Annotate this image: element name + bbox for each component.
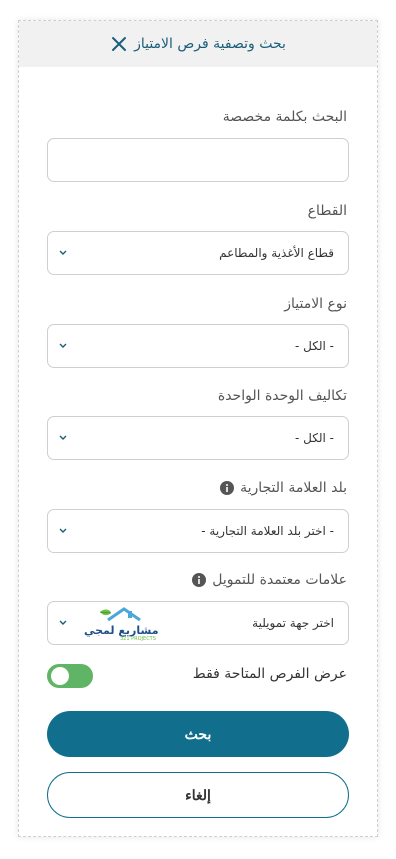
unit-cost-label-text: تكاليف الوحدة الواحدة xyxy=(217,388,347,404)
cancel-button[interactable]: إلغاء xyxy=(47,772,349,818)
chevron-down-icon xyxy=(59,620,67,625)
available-only-label: عرض الفرص المتاحة فقط xyxy=(192,666,347,682)
available-only-toggle[interactable] xyxy=(47,664,93,688)
unit-cost-value: - الكل - xyxy=(295,431,334,445)
franchise-type-select[interactable]: - الكل - xyxy=(47,324,349,368)
brand-country-select[interactable]: - اختر بلد العلامة التجارية - xyxy=(47,509,349,553)
brand-country-label: بلد العلامة التجارية xyxy=(220,480,347,496)
toggle-knob xyxy=(51,667,69,685)
chevron-down-icon xyxy=(59,343,67,348)
franchise-type-label-text: نوع الامتياز xyxy=(284,296,347,312)
keyword-input[interactable] xyxy=(47,138,349,182)
chevron-down-icon xyxy=(59,435,67,440)
chevron-down-icon xyxy=(59,528,67,533)
unit-cost-select[interactable]: - الكل - xyxy=(47,416,349,460)
financing-value: اختر جهة تمويلية xyxy=(252,616,334,630)
sector-value: قطاع الأغذية والمطاعم xyxy=(219,246,334,260)
franchise-type-value: - الكل - xyxy=(295,339,334,353)
panel-header: بحث وتصفية فرص الامتياز xyxy=(19,21,377,67)
sector-label-text: القطاع xyxy=(307,203,347,219)
close-icon[interactable] xyxy=(110,35,128,53)
search-button[interactable]: بحث xyxy=(47,711,349,757)
sector-label: القطاع xyxy=(308,203,347,219)
brand-country-label-text: بلد العلامة التجارية xyxy=(240,480,347,496)
financing-select[interactable]: اختر جهة تمويلية مشاريع لمجي 321 PROJECT… xyxy=(47,601,349,645)
info-icon[interactable] xyxy=(220,481,235,495)
keyword-label: البحث بكلمة مخصصة xyxy=(223,109,347,125)
sector-select[interactable]: قطاع الأغذية والمطاعم xyxy=(47,231,349,275)
info-icon[interactable] xyxy=(192,573,207,587)
franchise-type-label: نوع الامتياز xyxy=(284,296,347,312)
brand-country-value: - اختر بلد العلامة التجارية - xyxy=(201,524,334,538)
keyword-label-text: البحث بكلمة مخصصة xyxy=(222,109,347,125)
panel-title: بحث وتصفية فرص الامتياز xyxy=(134,36,286,52)
logo-subtext: 321 PROJECTS xyxy=(120,636,156,642)
unit-cost-label: تكاليف الوحدة الواحدة xyxy=(218,388,347,404)
financing-label: علامات معتمدة للتمويل xyxy=(192,572,347,588)
filter-panel: بحث وتصفية فرص الامتياز البحث بكلمة مخصص… xyxy=(18,20,378,837)
chevron-down-icon xyxy=(59,250,67,255)
financing-label-text: علامات معتمدة للتمويل xyxy=(212,572,347,588)
